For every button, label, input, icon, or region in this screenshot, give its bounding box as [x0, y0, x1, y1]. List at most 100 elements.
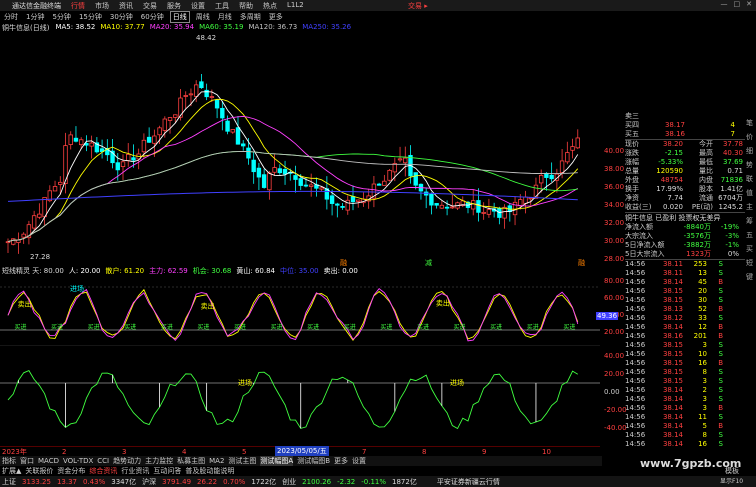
flow-key: 5日大宗流入 [625, 250, 665, 258]
tick-time: 14:56 [625, 431, 646, 439]
extension-tab[interactable]: 行业资讯 [121, 466, 149, 476]
event-marker[interactable]: 融 [578, 258, 585, 268]
tick-price: 38.15 [662, 296, 683, 304]
extension-tab[interactable]: 互动问答 [153, 466, 181, 476]
candle-body [345, 199, 350, 211]
side-tab[interactable]: 买 [745, 244, 754, 253]
menu-quotes[interactable]: 行情 [71, 1, 85, 11]
extension-tab[interactable]: 普及股动能说明 [185, 466, 234, 476]
tick-list[interactable]: 14:56 38.11 253 S 14:56 38.11 13 S 14:56 38.14 45 B… [625, 259, 745, 449]
indicator-tab[interactable]: 更多 [334, 456, 348, 466]
period-tab[interactable]: 60分钟 [139, 12, 166, 22]
index-value: 3791.49 [162, 477, 192, 486]
indicator-tab[interactable]: 主力监控 [145, 456, 173, 466]
candle-body [126, 153, 131, 162]
menu-tools[interactable]: 工具 [215, 1, 229, 11]
ind2-axis-label: 20.00 [604, 370, 625, 378]
candle-body [115, 162, 120, 171]
period-tab[interactable]: 30分钟 [108, 12, 135, 22]
candle-body [481, 211, 486, 214]
profit-notice[interactable]: 铜牛信息 已盈利 投票权无差异 [625, 212, 745, 223]
indicator-tab[interactable]: VOL-TDX [63, 457, 93, 465]
trade-button[interactable]: 交易 ▸ [408, 1, 428, 11]
side-tab[interactable]: 价 [745, 132, 754, 141]
buy-label: 买进 [161, 323, 173, 331]
minimize-icon[interactable]: — [721, 0, 728, 8]
quote-row: 换手 17.99% 股本 1.41亿 [625, 185, 745, 194]
indicator-tab[interactable]: MACD [38, 457, 59, 465]
tick-side: S [718, 440, 723, 448]
side-tab[interactable]: 筹 [745, 216, 754, 225]
menu-trade[interactable]: 交易 [143, 1, 157, 11]
period-tab[interactable]: 更多 [267, 12, 285, 22]
menu-help[interactable]: 帮助 [239, 1, 253, 11]
indicator-value: 机会: 30.68 [192, 267, 232, 275]
period-tab[interactable]: 15分钟 [77, 12, 104, 22]
flow-value: -3882万 [683, 241, 711, 249]
maximize-icon[interactable]: □ [734, 0, 741, 8]
candle-body [146, 136, 152, 143]
candle-body [350, 196, 356, 203]
f10-label[interactable]: 显示F10 [720, 476, 743, 485]
price-axis-label: 34.00 [604, 201, 625, 209]
extension-tab[interactable]: 综合资讯 [89, 466, 117, 476]
tick-volume: 45 [698, 278, 707, 286]
indicator-panel-1[interactable]: 卖出 卖出 卖出买进 买进 买进 买进 买进 买进 买进 买进 买进 买进 买进 买进 买进 买进 买进 买进 [0, 275, 600, 345]
side-tab[interactable]: 联 [745, 174, 754, 183]
period-tab[interactable]: 分时 [2, 12, 20, 22]
flow-key: 5日净流入额 [625, 241, 665, 249]
indicator-tab[interactable]: 设置 [352, 456, 366, 466]
indicator-tab[interactable]: 窗口 [20, 456, 34, 466]
candle-body [199, 81, 204, 89]
tick-row: 14:56 38.15 30 S [625, 296, 745, 305]
period-tab[interactable]: 1分钟 [24, 12, 46, 22]
indicator-tab[interactable]: 测试主图 [228, 456, 256, 466]
side-tab[interactable]: 键 [745, 272, 754, 281]
menu-market[interactable]: 市场 [95, 1, 109, 11]
side-tab[interactable]: 短 [745, 258, 754, 267]
extension-tab[interactable]: 资金分布 [57, 466, 85, 476]
period-tab[interactable]: 5分钟 [50, 12, 72, 22]
side-tab[interactable]: 五 [745, 230, 754, 239]
period-tab[interactable]: 多周期 [238, 12, 263, 22]
tick-volume: 5 [702, 422, 707, 430]
side-tab[interactable]: 细 [745, 146, 754, 155]
candle-body [183, 95, 188, 97]
tick-price: 38.14 [662, 440, 683, 448]
side-tab[interactable]: 笔 [745, 118, 754, 127]
tick-row: 14:56 38.14 45 B [625, 278, 745, 287]
period-tab[interactable]: 月线 [216, 12, 234, 22]
period-tab-selected[interactable]: 日线 [169, 11, 190, 23]
close-icon[interactable]: ✕ [746, 0, 752, 8]
indicator-tab[interactable]: 私募主图 [177, 456, 205, 466]
side-tab[interactable]: 势 [745, 160, 754, 169]
tick-side: S [718, 287, 723, 295]
index-value: -2.32 [337, 477, 356, 486]
indicator-tab[interactable]: 趋势动力 [113, 456, 141, 466]
menu-news[interactable]: 资讯 [119, 1, 133, 11]
menu-hot[interactable]: 热点 [263, 1, 277, 11]
period-tab[interactable]: 周线 [194, 12, 212, 22]
extension-tab[interactable]: 关联报价 [25, 466, 53, 476]
indicator-tab[interactable]: 指标 [2, 456, 16, 466]
indicator-tab[interactable]: 测试幅图B [297, 456, 330, 466]
candle-body [502, 206, 507, 219]
indicator-tab[interactable]: 测试幅图A [260, 456, 294, 466]
tick-time: 14:56 [625, 269, 646, 277]
tick-row: 14:56 38.14 3 B [625, 404, 745, 413]
menu-service[interactable]: 服务 [167, 1, 181, 11]
menu-settings[interactable]: 设置 [191, 1, 205, 11]
menu-l1l2[interactable]: L1L2 [287, 1, 304, 11]
event-marker[interactable]: 减 [425, 258, 432, 268]
side-tab[interactable]: 值 [745, 188, 754, 197]
status-bar: 上证 3133.25 13.37 0.43% 3347亿 沪深 3791.49 26.22 0.… [0, 476, 756, 487]
template-label[interactable]: 模板 [725, 466, 739, 476]
extension-tab[interactable]: 扩展▲ [2, 466, 21, 476]
indicator-panel-2[interactable] [0, 345, 600, 445]
side-tab[interactable]: 主 [745, 202, 754, 211]
flow-row: 5日大宗流入 1323万 0% [625, 250, 745, 259]
candlestick-chart[interactable] [0, 32, 600, 265]
indicator-tab[interactable]: CCI [97, 457, 109, 465]
indicator-tab[interactable]: MA2 [209, 457, 224, 465]
tick-volume: 12 [698, 323, 707, 331]
